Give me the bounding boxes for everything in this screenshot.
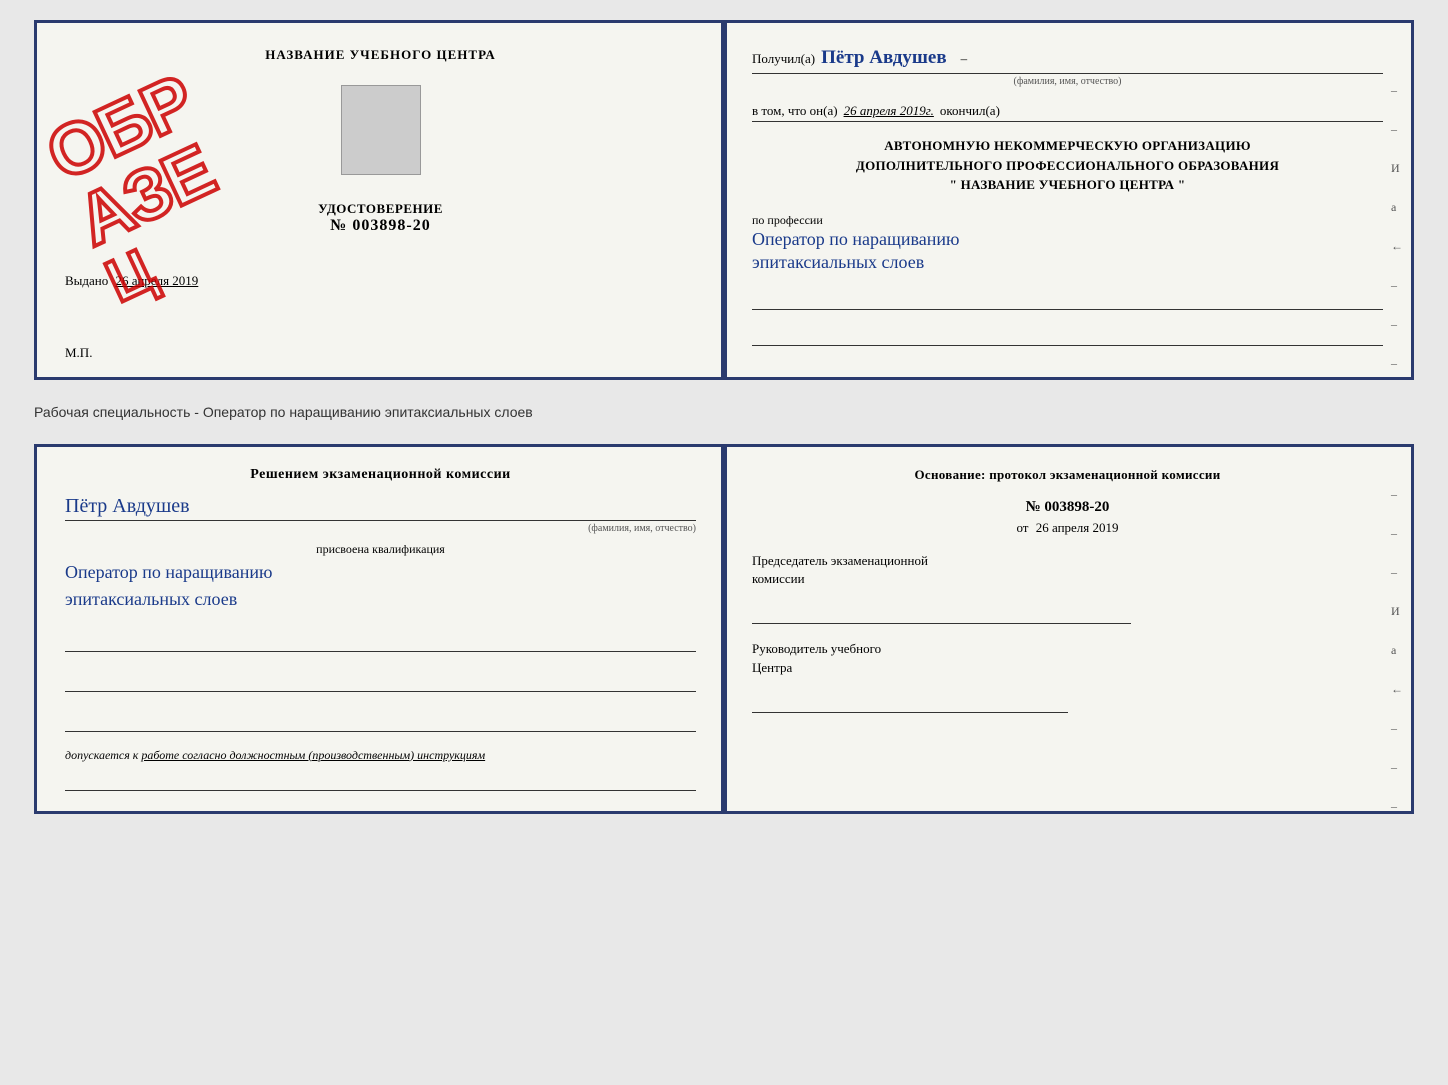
separator-text: Рабочая специальность - Оператор по нара… [34,396,1414,428]
chairman-label: Председатель экзаменационной комиссии [752,552,1383,588]
sig-line-1 [65,632,696,652]
rukovoditel-label: Руководитель учебного Центра [752,640,1383,676]
org-block: АВТОНОМНУЮ НЕКОММЕРЧЕСКУЮ ОРГАНИЗАЦИЮ ДО… [752,136,1383,195]
poluchil-label: Получил(а) [752,51,815,67]
chairman-sig-line [752,596,1131,624]
mp-line: М.П. [65,345,92,361]
bottom-cert-left-page: Решением экзаменационной комиссии Пётр А… [37,447,724,811]
resheniem-title: Решением экзаменационной комиссии [65,467,696,483]
prisvoena-label: присвоена квалификация [65,542,696,557]
poluchil-line: Получил(а) Пётр Авдушев – [752,47,1383,74]
rukovoditel-label-line1: Руководитель учебного [752,641,881,656]
rukovoditel-block: Руководитель учебного Центра [752,640,1383,712]
vidano-label: Выдано [65,273,108,288]
dopuskaetsya-block: допускается к работе согласно должностны… [65,748,696,763]
top-certificate-book: НАЗВАНИЕ УЧЕБНОГО ЦЕНТРА УДОСТОВЕРЕНИЕ №… [34,20,1414,380]
profession-line2: эпитаксиальных слоев [752,251,1383,274]
ot-label: от [1016,520,1028,535]
vidano-line: Выдано 26 апреля 2019 [65,273,696,289]
vtom-line: в том, что он(а) 26 апреля 2019г. окончи… [752,103,1383,122]
chairman-label-line1: Председатель экзаменационной [752,553,928,568]
sig-line-2 [65,672,696,692]
qualification-line2: эпитаксиальных слоев [65,588,696,611]
obrazec-text: ОБР [37,23,303,193]
underline-1 [752,288,1383,310]
org-line1: АВТОНОМНУЮ НЕКОММЕРЧЕСКУЮ ОРГАНИЗАЦИЮ [752,136,1383,156]
poluchil-wrapper: Получил(а) Пётр Авдушев – (фамилия, имя,… [752,47,1383,87]
photo-placeholder [341,85,421,175]
rukovoditel-label-line2: Центра [752,660,792,675]
right-dashes-bottom: – – – И а ← – – – [1391,487,1403,814]
profession-line1: Оператор по наращиванию [752,228,1383,251]
qualification-line1: Оператор по наращиванию [65,561,696,584]
rukovoditel-sig-line [752,685,1068,713]
dopuskaetsya-prefix: допускается к [65,748,138,762]
obrazec-text-2: АЗЕ [67,83,333,258]
po-professii-block: по профессии Оператор по наращиванию эпи… [752,213,1383,275]
vidano-date: 26 апреля 2019 [116,273,199,288]
sig-line-3 [65,712,696,732]
dopuskaetsya-text: работе согласно должностным (производств… [141,748,485,762]
org-line3: " НАЗВАНИЕ УЧЕБНОГО ЦЕНТРА " [752,175,1383,195]
udost-title: УДОСТОВЕРЕНИЕ [318,201,443,217]
underline-2 [752,324,1383,346]
protocol-number: № 003898-20 [752,499,1383,516]
top-cert-left-page: НАЗВАНИЕ УЧЕБНОГО ЦЕНТРА УДОСТОВЕРЕНИЕ №… [37,23,724,377]
osnovanie-title: Основание: протокол экзаменационной коми… [752,467,1383,483]
signature-lines [65,632,696,732]
chairman-label-line2: комиссии [752,571,805,586]
vtom-label: в том, что он(а) [752,103,838,119]
fio-sub-label: (фамилия, имя, отчество) [65,523,696,534]
bottom-certificate-book: Решением экзаменационной комиссии Пётр А… [34,444,1414,814]
document-wrapper: НАЗВАНИЕ УЧЕБНОГО ЦЕНТРА УДОСТОВЕРЕНИЕ №… [34,20,1414,814]
fio-label-top: (фамилия, имя, отчество) [752,76,1383,87]
ot-date-line: от 26 апреля 2019 [752,520,1383,536]
okonchil-label: окончил(а) [940,103,1000,119]
fio-handwritten: Пётр Авдушев [65,495,696,521]
top-left-title: НАЗВАНИЕ УЧЕБНОГО ЦЕНТРА [265,47,496,63]
po-professii-label: по профессии [752,213,1383,228]
org-line2: ДОПОЛНИТЕЛЬНОГО ПРОФЕССИОНАЛЬНОГО ОБРАЗО… [752,156,1383,176]
sig-line-dopusk [65,771,696,791]
right-dashes-top: – – И а ← – – – [1391,83,1403,371]
dash-after-name: – [961,51,968,67]
ot-date: 26 апреля 2019 [1036,520,1119,535]
top-cert-right-page: Получил(а) Пётр Авдушев – (фамилия, имя,… [724,23,1411,377]
udostoverenie-block: УДОСТОВЕРЕНИЕ № 003898-20 [318,201,443,235]
udost-number: № 003898-20 [318,217,443,235]
bottom-cert-right-page: Основание: протокол экзаменационной коми… [724,447,1411,811]
chairman-block: Председатель экзаменационной комиссии [752,552,1383,624]
obrazec-stamp: ОБР АЗЕ Ц [37,23,357,309]
vtom-date: 26 апреля 2019г. [844,103,934,119]
poluchil-name: Пётр Авдушев [821,47,946,69]
